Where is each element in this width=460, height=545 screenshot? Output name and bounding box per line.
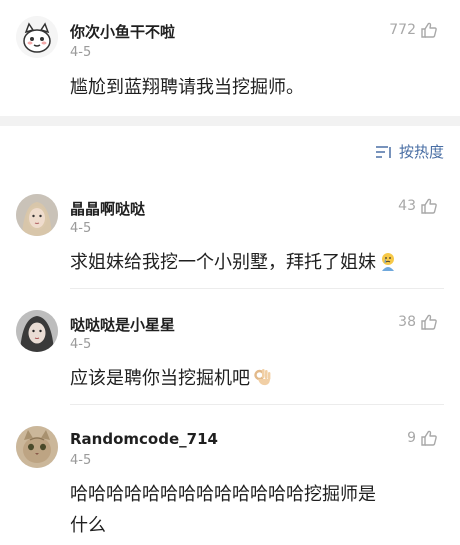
- comment-item[interactable]: 晶晶啊哒哒 4-5 43 求姐妹给我挖一个小别墅，拜托了姐妹: [0, 178, 460, 289]
- avatar[interactable]: [16, 426, 58, 468]
- comment-username[interactable]: 你次小鱼干不啦: [70, 21, 175, 42]
- avatar[interactable]: [16, 16, 58, 58]
- like-button[interactable]: 9: [407, 429, 438, 447]
- like-count: 38: [398, 314, 416, 330]
- avatar[interactable]: [16, 194, 58, 236]
- comment-item[interactable]: 你次小鱼干不啦 4-5 772 尴尬到蓝翔聘请我当挖掘师。: [0, 0, 460, 116]
- crying-face-emoji: [382, 253, 394, 271]
- ok-hand-emoji: [254, 369, 271, 386]
- comment-date: 4-5: [70, 453, 92, 468]
- like-button[interactable]: 43: [398, 197, 438, 215]
- like-button[interactable]: 772: [389, 21, 438, 39]
- comment-date: 4-5: [70, 337, 92, 352]
- sort-label: 按热度: [398, 143, 444, 161]
- comment-text-content: 应该是聘你当挖掘机吧: [70, 368, 250, 389]
- sort-lines-icon: [375, 145, 391, 158]
- thumbs-up-icon: [421, 22, 437, 38]
- comment-item[interactable]: 哒哒哒是小星星 4-5 38 应该是聘你当挖掘机吧: [0, 294, 460, 405]
- like-button[interactable]: 38: [398, 313, 438, 331]
- avatar[interactable]: [16, 310, 58, 352]
- cat-cartoon-avatar-icon: [16, 16, 58, 58]
- section-separator: [0, 116, 460, 126]
- comment-item[interactable]: Randomcode_714 4-5 9 哈哈哈哈哈哈哈哈哈哈哈哈哈挖掘师是什么: [0, 410, 460, 545]
- user-photo-avatar-icon: [16, 194, 58, 236]
- comment-divider: [70, 288, 444, 289]
- comment-text: 应该是聘你当挖掘机吧: [70, 363, 438, 394]
- cat-photo-avatar-icon: [16, 426, 58, 468]
- like-count: 43: [398, 198, 416, 214]
- comment-date: 4-5: [70, 45, 92, 60]
- comment-text: 求姐妹给我挖一个小别墅，拜托了姐妹: [70, 247, 438, 278]
- comment-text: 尴尬到蓝翔聘请我当挖掘师。: [70, 77, 304, 98]
- like-count: 772: [389, 22, 416, 38]
- like-count: 9: [407, 430, 416, 446]
- user-photo-avatar-icon: [16, 310, 58, 352]
- thumbs-up-icon: [421, 430, 437, 446]
- comment-text-content: 求姐妹给我挖一个小别墅，拜托了姐妹: [70, 252, 376, 273]
- thumbs-up-icon: [421, 198, 437, 214]
- comment-username[interactable]: 晶晶啊哒哒: [70, 198, 145, 219]
- comment-username[interactable]: 哒哒哒是小星星: [70, 314, 175, 335]
- sort-by-hot-button[interactable]: 按热度: [375, 141, 444, 162]
- comment-divider: [70, 404, 444, 405]
- comment-username[interactable]: Randomcode_714: [70, 430, 218, 448]
- thumbs-up-icon: [421, 314, 437, 330]
- comment-date: 4-5: [70, 221, 92, 236]
- comment-text: 哈哈哈哈哈哈哈哈哈哈哈哈哈挖掘师是什么: [70, 484, 376, 536]
